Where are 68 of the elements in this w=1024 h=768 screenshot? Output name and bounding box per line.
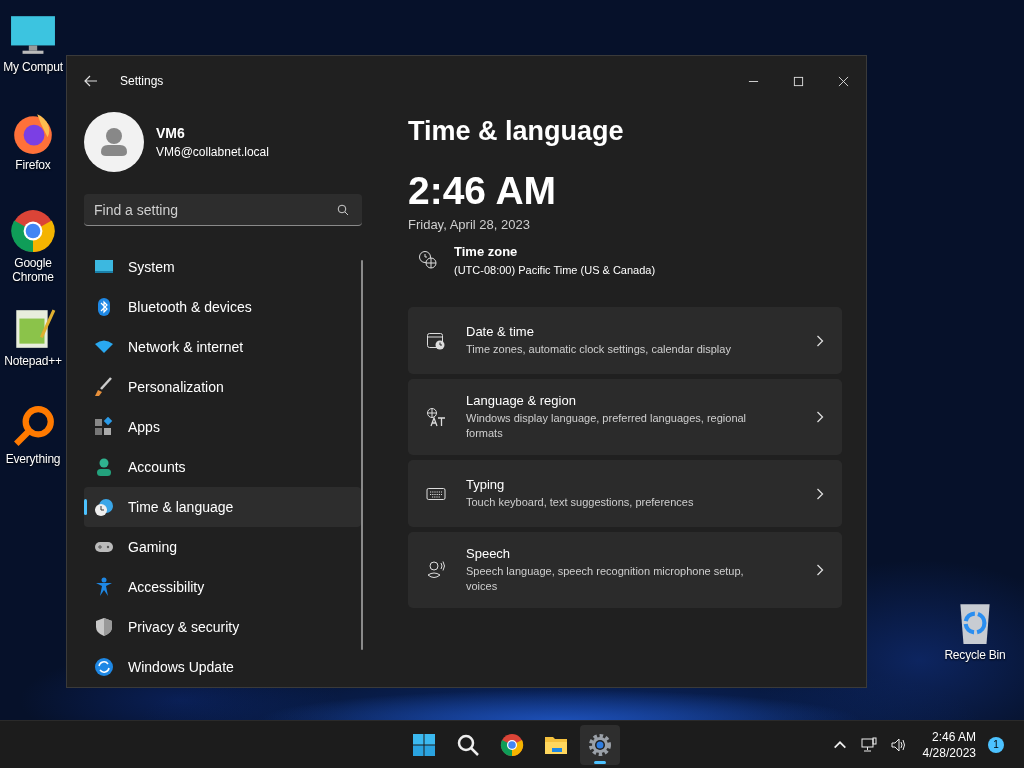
window-title: Settings [120, 74, 164, 88]
sidebar-item[interactable]: Privacy & security [84, 607, 361, 647]
sidebar-item[interactable]: Time & language [84, 487, 361, 527]
chrome-icon[interactable] [500, 732, 524, 757]
card-title: Speech [466, 546, 512, 561]
accessibility-icon [94, 577, 114, 597]
settings-card[interactable]: Typing Touch keyboard, text suggestions, preferences [408, 460, 842, 527]
card-description: Windows display language, preferred languages, regional formats [466, 411, 748, 441]
card-description: Speech language, speech recognition microphone setup, voices [466, 564, 745, 594]
time-zone-label: Time zone [454, 244, 519, 259]
search-icon[interactable] [337, 204, 349, 216]
chevron-right-icon [816, 334, 824, 347]
settings-button[interactable] [580, 724, 620, 765]
notification-badge[interactable]: 1 [988, 736, 1004, 753]
chevron-right-icon [816, 411, 824, 423]
back-arrow-icon[interactable] [84, 75, 98, 87]
search-field[interactable]: Find a setting [84, 194, 362, 226]
user-email: VM6@collabnet.local [156, 145, 269, 159]
sidebar-item[interactable]: Accounts [84, 447, 361, 487]
maximize-icon[interactable] [793, 75, 804, 87]
card-title: Typing [466, 477, 506, 492]
speech-icon [426, 560, 446, 580]
time-zone-value: (UTC-08:00) Pacific Time (US & Canada) [454, 264, 656, 276]
desktop-icon-label[interactable]: Notepad++ [4, 354, 62, 368]
settings-card[interactable]: Speech Speech language, speech recognition microphone setup, voices [408, 532, 842, 608]
taskbar-clock[interactable]: 2:46 AM 4/28/2023 [922, 728, 976, 761]
close-icon[interactable] [838, 75, 849, 87]
brush-icon [94, 377, 114, 397]
sidebar-item[interactable]: Windows Update [84, 647, 361, 687]
sidebar-item[interactable]: Apps [84, 407, 361, 447]
language-icon [426, 407, 446, 427]
sidebar-item[interactable]: System [84, 247, 361, 287]
speaker-icon[interactable] [889, 736, 906, 753]
avatar-icon[interactable] [84, 112, 144, 172]
network-icon[interactable] [860, 736, 877, 753]
desktop-icon-label[interactable]: My Comput [3, 60, 63, 74]
card-title: Date & time [466, 324, 535, 339]
shield-icon [94, 617, 114, 637]
sidebar-item[interactable]: Network & internet [84, 327, 361, 367]
chevron-right-icon [816, 487, 824, 500]
sidebar-item[interactable]: Bluetooth & devices [84, 287, 361, 327]
calendar-clock-icon [426, 330, 446, 351]
card-description: Time zones, automatic clock settings, calendar display [466, 342, 732, 357]
sidebar-item[interactable]: Personalization [84, 367, 361, 407]
windows-logo-icon[interactable] [412, 732, 436, 757]
person-icon [94, 457, 114, 477]
user-name: VM6 [156, 125, 186, 141]
sidebar-item[interactable]: Accessibility [84, 567, 361, 607]
chevron-right-icon [816, 564, 824, 576]
card-description: Touch keyboard, text suggestions, preferences [466, 495, 695, 510]
desktop-icon-label[interactable]: Everything [5, 452, 61, 466]
clock-globe-icon [94, 497, 114, 517]
gear-icon[interactable] [588, 732, 612, 757]
search-icon[interactable] [456, 732, 480, 757]
card-title: Language & region [466, 393, 577, 408]
sidebar-item[interactable]: Gaming [84, 527, 361, 567]
sync-icon [94, 657, 114, 677]
current-date: Friday, April 28, 2023 [408, 217, 531, 232]
chrome-icon[interactable] [10, 208, 56, 254]
clock-globe-icon [418, 250, 438, 270]
desktop-icon-label[interactable]: Firefox [15, 158, 51, 172]
settings-card[interactable]: Date & time Time zones, automatic clock settings, calendar display [408, 307, 842, 374]
apps-icon [94, 417, 114, 437]
desktop-icon-label[interactable]: Google Chrome [0, 256, 66, 284]
current-time: 2:46 AM [408, 169, 558, 213]
settings-card[interactable]: Language & region Windows display language, preferred languages, regional formats [408, 379, 842, 455]
page-title: Time & language [408, 116, 625, 147]
desktop-icon-label[interactable]: Recycle Bin [944, 648, 1006, 662]
